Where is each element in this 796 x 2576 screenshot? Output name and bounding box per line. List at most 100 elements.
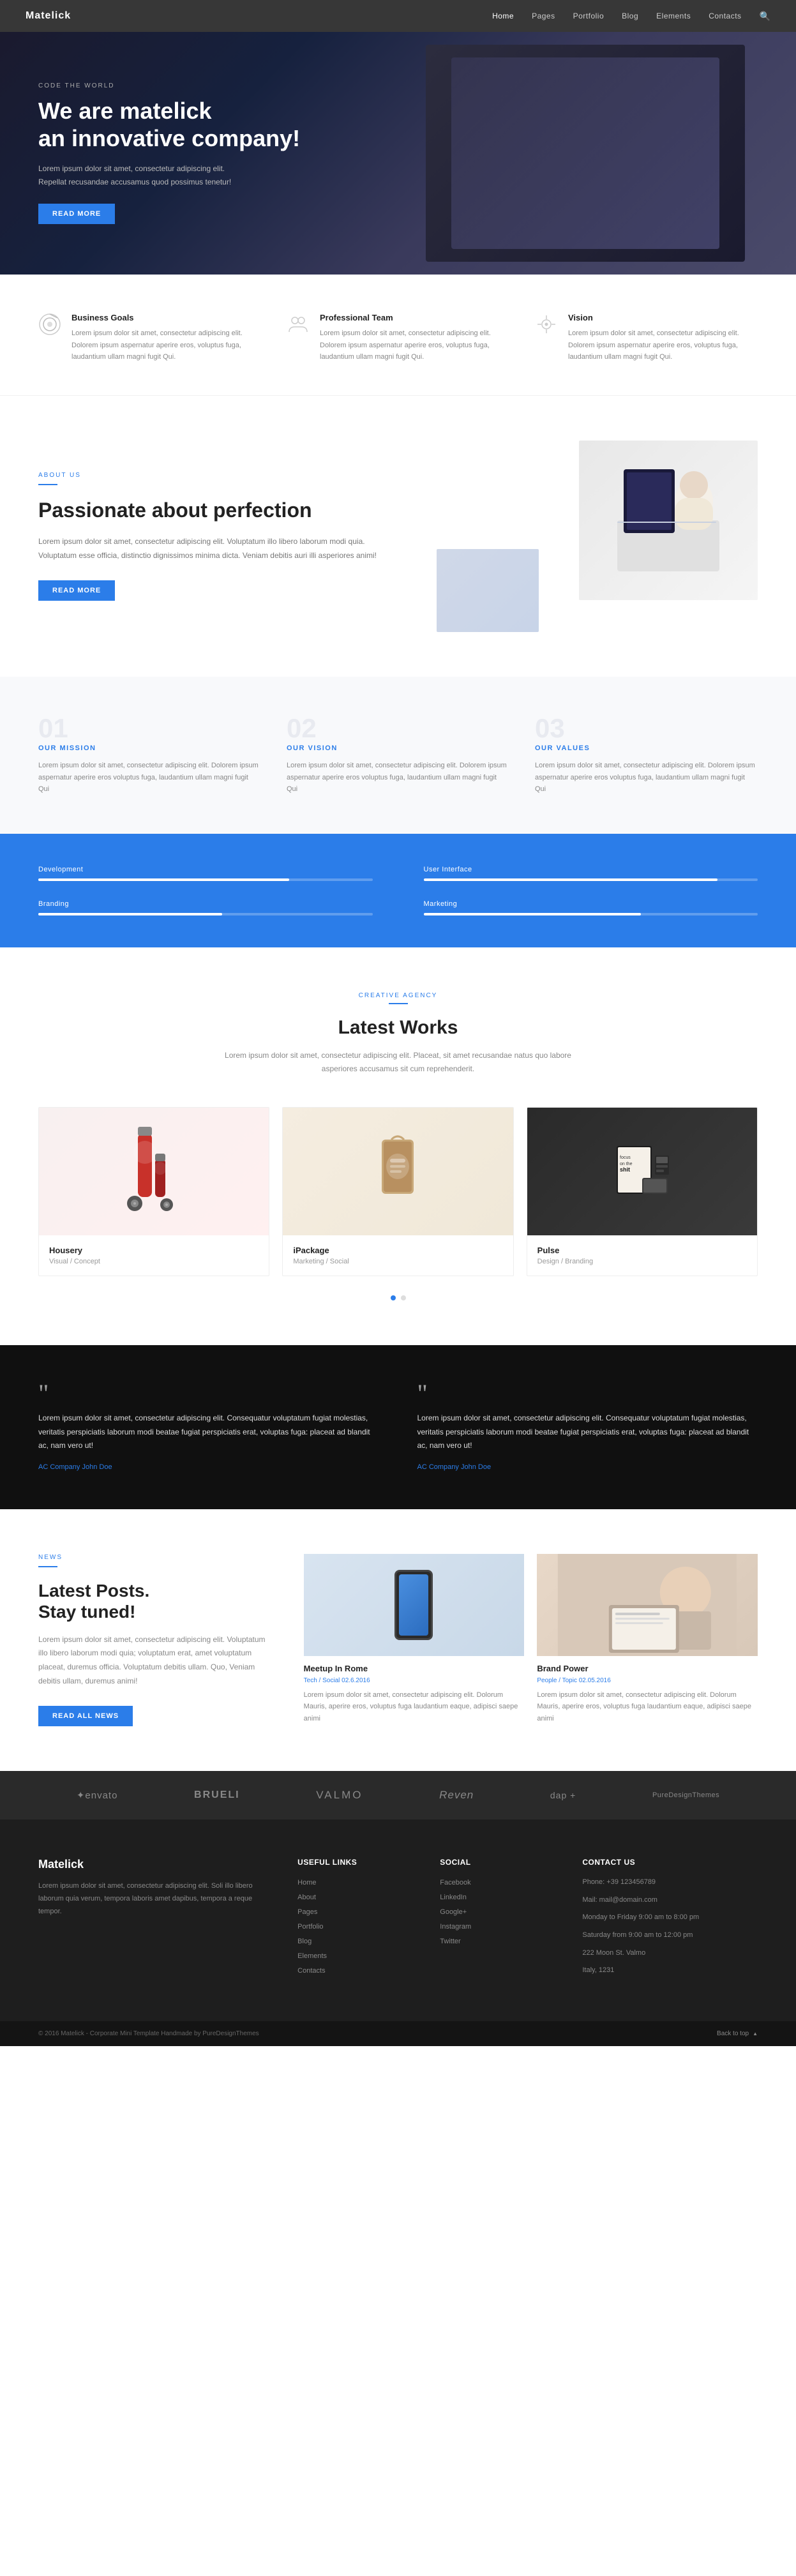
footer-links-heading: Useful Links (297, 1858, 414, 1867)
nav-contacts[interactable]: Contacts (709, 11, 741, 20)
footer-link-portfolio[interactable]: Portfolio (297, 1923, 323, 1931)
skill-bar-ui (424, 878, 758, 881)
svg-text:on the: on the (620, 1162, 633, 1166)
skill-fill-development (38, 878, 289, 881)
dot-2[interactable] (401, 1295, 406, 1300)
footer-contact-section: Contact Us Phone: +39 123456789 Mail: ma… (582, 1858, 758, 1983)
footer-link-about[interactable]: About (297, 1894, 316, 1901)
housery-illustration (116, 1120, 192, 1223)
brand-dap: dap + (550, 1790, 576, 1800)
portfolio-info-2: iPackage Marketing / Social (283, 1235, 513, 1276)
mission-num-1: 01 (38, 715, 261, 742)
footer-hours2: Saturday from 9:00 am to 12:00 pm (582, 1930, 758, 1941)
footer-social-twitter[interactable]: Twitter (440, 1938, 460, 1945)
portfolio-card-2[interactable]: iPackage Marketing / Social (282, 1107, 513, 1276)
mission-text-2: Lorem ipsum dolor sit amet, consectetur … (287, 760, 509, 795)
navbar: Matelick Home Pages Portfolio Blog Eleme… (0, 0, 796, 32)
vision-icon (535, 313, 558, 336)
nav-blog[interactable]: Blog (622, 11, 638, 20)
footer-social-googleplus[interactable]: Google+ (440, 1908, 467, 1916)
nav-pages[interactable]: Pages (532, 11, 555, 20)
footer-social-facebook[interactable]: Facebook (440, 1879, 470, 1887)
skill-ui: User Interface (424, 866, 758, 881)
about-read-more-button[interactable]: READ MORE (38, 580, 115, 601)
skill-label-marketing: Marketing (424, 900, 758, 908)
news-meta-1: Tech / Social 02.6.2016 (304, 1677, 525, 1684)
phone-screen (399, 1574, 428, 1636)
footer-link-blog[interactable]: Blog (297, 1938, 312, 1945)
testimonials-section: " Lorem ipsum dolor sit amet, consectetu… (0, 1345, 796, 1509)
footer-contact-heading: Contact Us (582, 1858, 758, 1867)
footer-logo: Matelick (38, 1858, 272, 1871)
news-card-2: Brand Power People / Topic 02.05.2016 Lo… (537, 1554, 758, 1727)
nav-links: Home Pages Portfolio Blog Elements Conta… (492, 11, 770, 22)
nav-logo: Matelick (26, 10, 71, 22)
skill-fill-ui (424, 878, 718, 881)
mission-item-3: 03 OUR VALUES Lorem ipsum dolor sit amet… (535, 715, 758, 795)
skill-marketing: Marketing (424, 900, 758, 915)
portfolio-description: Lorem ipsum dolor sit amet, consectetur … (223, 1049, 574, 1075)
read-all-news-button[interactable]: READ ALL NEWS (38, 1706, 133, 1726)
news-text: Lorem ipsum dolor sit amet, consectetur … (38, 1633, 266, 1688)
nav-elements[interactable]: Elements (656, 11, 691, 20)
brands-section: ✦envato BRUELI VALMO Reven dap + PureDes… (0, 1771, 796, 1819)
portfolio-name-2: iPackage (293, 1246, 502, 1255)
svg-text:focus: focus (620, 1156, 631, 1160)
news-title: Latest Posts.Stay tuned! (38, 1580, 266, 1623)
mission-item-2: 02 OUR VISION Lorem ipsum dolor sit amet… (287, 715, 509, 795)
nav-portfolio[interactable]: Portfolio (573, 11, 605, 20)
about-divider (38, 484, 57, 485)
news-post-text-2: Lorem ipsum dolor sit amet, consectetur … (537, 1689, 758, 1725)
nav-home[interactable]: Home (492, 11, 514, 20)
portfolio-card-3[interactable]: focus on the shit Pulse Design / Brandin… (527, 1107, 758, 1276)
news-card-1: Meetup In Rome Tech / Social 02.6.2016 L… (304, 1554, 525, 1727)
portfolio-grid: Housery Visual / Concept iPackage Mark (38, 1107, 758, 1276)
footer-social-section: Social Facebook LinkedIn Google+ Instagr… (440, 1858, 557, 1983)
footer-about: Matelick Lorem ipsum dolor sit amet, con… (38, 1858, 272, 1983)
footer-link-contacts[interactable]: Contacts (297, 1967, 325, 1975)
hero-content: CODE THE WORLD We are matelickan innovat… (38, 82, 300, 224)
feature-text-3: Lorem ipsum dolor sit amet, consectetur … (568, 328, 758, 363)
feature-title-2: Professional Team (320, 313, 509, 322)
skill-bar-marketing (424, 913, 758, 915)
feature-content-3: Vision Lorem ipsum dolor sit amet, conse… (568, 313, 758, 363)
footer-social-instagram[interactable]: Instagram (440, 1923, 471, 1931)
brand-envato: ✦envato (77, 1789, 118, 1801)
dot-1[interactable] (391, 1295, 396, 1300)
footer-links-list: Home About Pages Portfolio Blog Elements… (297, 1877, 414, 1975)
about-overlay-image (437, 549, 539, 632)
pulse-illustration: focus on the shit (604, 1120, 680, 1223)
news-img-1 (304, 1554, 525, 1656)
footer-link-elements[interactable]: Elements (297, 1952, 327, 1960)
search-icon[interactable]: 🔍 (760, 11, 770, 22)
news-section: NEWS Latest Posts.Stay tuned! Lorem ipsu… (0, 1509, 796, 1772)
business-goals-icon (38, 313, 61, 336)
mission-title-1: OUR MISSION (38, 744, 261, 752)
footer-link-home[interactable]: Home (297, 1879, 316, 1887)
portfolio-info-3: Pulse Design / Branding (527, 1235, 757, 1276)
footer-link-pages[interactable]: Pages (297, 1908, 317, 1916)
portfolio-card-1[interactable]: Housery Visual / Concept (38, 1107, 269, 1276)
feature-title-1: Business Goals (71, 313, 261, 322)
mission-num-2: 02 (287, 715, 509, 742)
hero-cta-button[interactable]: READ MORE (38, 204, 115, 224)
feature-item-2: Professional Team Lorem ipsum dolor sit … (287, 313, 509, 363)
skill-label-ui: User Interface (424, 866, 758, 873)
footer-social-linkedin[interactable]: LinkedIn (440, 1894, 467, 1901)
skill-label-branding: Branding (38, 900, 373, 908)
mission-title-2: OUR VISION (287, 744, 509, 752)
hero-tag: CODE THE WORLD (38, 82, 300, 89)
testi-text-2: Lorem ipsum dolor sit amet, consectetur … (417, 1412, 758, 1453)
feature-title-3: Vision (568, 313, 758, 322)
phone-mockup (394, 1570, 433, 1640)
portfolio-img-1 (39, 1108, 269, 1235)
portfolio-divider (389, 1003, 408, 1004)
about-illustration (605, 463, 732, 578)
portfolio-name-3: Pulse (537, 1246, 747, 1255)
skill-bar-branding (38, 913, 373, 915)
back-to-top-button[interactable]: Back to top (717, 2030, 758, 2037)
skill-branding: Branding (38, 900, 373, 915)
footer-social-heading: Social (440, 1858, 557, 1867)
portfolio-cat-1: Visual / Concept (49, 1258, 259, 1265)
copyright-text: © 2016 Matelick - Corporate Mini Templat… (38, 2030, 259, 2037)
